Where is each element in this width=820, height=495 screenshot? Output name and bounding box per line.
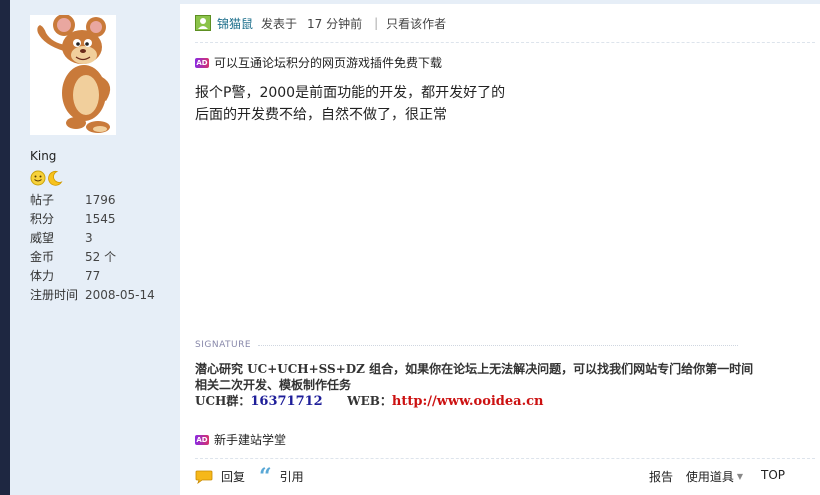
header-divider — [195, 42, 815, 43]
use-tools-menu[interactable]: 使用道具 ▼ — [686, 468, 743, 485]
stat-label: 威望 — [30, 231, 55, 245]
stat-value: 2008-05-14 — [85, 288, 155, 302]
content-line: 报个P警，2000是前面功能的开发，都开发好了的 — [195, 85, 506, 101]
ad-top-text[interactable]: 可以互通论坛积分的网页游戏插件免费下载 — [214, 54, 442, 71]
ad-top-link[interactable]: AD 可以互通论坛积分的网页游戏插件免费下载 — [195, 54, 442, 71]
signature-label: SIGNATURE — [195, 340, 252, 350]
smiley-icon — [30, 170, 46, 186]
ad-badge-icon: AD — [195, 434, 209, 445]
qq-group-number: 16371712 — [250, 394, 323, 409]
stat-prestige: 威望 3 — [30, 230, 155, 249]
post-content: 报个P警，2000是前面功能的开发，都开发好了的 后面的开发费不给，自然不做了，… — [195, 82, 505, 126]
chevron-down-icon: ▼ — [736, 472, 743, 481]
user-badges — [30, 170, 63, 186]
signature-line: 相关二次开发、模板制作任务 — [195, 378, 352, 392]
top-border — [180, 0, 820, 4]
online-status-icon — [195, 15, 211, 31]
stat-label: 帖子 — [30, 193, 55, 207]
only-author-link[interactable]: 只看该作者 — [386, 15, 446, 32]
web-label: WEB： — [347, 394, 392, 408]
stat-points: 积分 1545 — [30, 211, 155, 230]
post-header: 锦猫鼠 发表于 17 分钟前 | 只看该作者 — [195, 13, 446, 33]
back-to-top-link[interactable]: TOP — [761, 468, 785, 482]
use-tools-label[interactable]: 使用道具 — [686, 468, 734, 485]
quote-button[interactable]: “ 引用 — [259, 463, 304, 490]
user-avatar[interactable] — [30, 14, 116, 135]
stat-label: 注册时间 — [30, 288, 79, 302]
signature-text: 潜心研究 UC+UCH+SS+DZ 组合，如果你在论坛上无法解决问题，可以找我们… — [195, 361, 820, 410]
post-time: 17 分钟前 — [307, 16, 363, 31]
post-footer: 回复 “ 引用 报告 使用道具 ▼ TOP — [195, 463, 815, 490]
ad-badge-icon: AD — [195, 57, 209, 68]
stat-register-date: 注册时间 2008-05-14 — [30, 287, 155, 306]
stat-value: 52 个 — [85, 250, 117, 264]
website-link[interactable]: http://www.ooidea.cn — [392, 394, 544, 409]
content-line: 后面的开发费不给，自然不做了，很正常 — [195, 107, 447, 123]
left-edge-bar — [0, 0, 10, 495]
signature-divider — [258, 345, 738, 346]
stat-label: 积分 — [30, 212, 55, 226]
moon-icon — [48, 170, 63, 186]
username[interactable]: King — [30, 149, 56, 163]
qq-label: UCH群： — [195, 394, 251, 408]
jerry-mouse-avatar-icon — [37, 14, 111, 133]
quote-label[interactable]: 引用 — [280, 468, 304, 485]
reply-button[interactable]: 回复 — [195, 468, 245, 485]
signature-line: 潜心研究 UC+UCH+SS+DZ 组合，如果你在论坛上无法解决问题，可以找我们… — [195, 362, 754, 376]
ad-bottom-link[interactable]: AD 新手建站学堂 — [195, 431, 286, 448]
stat-label: 体力 — [30, 269, 55, 283]
reply-label[interactable]: 回复 — [221, 468, 245, 485]
stat-value: 77 — [85, 269, 101, 283]
stat-gold: 金币 52 个 — [30, 249, 155, 268]
user-stats: 帖子 1796 积分 1545 威望 3 金币 52 个 体力 77 注册时间 … — [30, 192, 155, 306]
stat-value: 3 — [85, 231, 93, 245]
report-link[interactable]: 报告 — [649, 468, 673, 485]
signature-contact: UCH群：16371712 WEB：http://www.ooidea.cn — [195, 393, 820, 410]
posted-label: 发表于 — [261, 16, 298, 31]
reply-bubble-icon — [195, 470, 213, 484]
stat-value: 1796 — [85, 193, 116, 207]
stat-stamina: 体力 77 — [30, 268, 155, 287]
stat-value: 1545 — [85, 212, 116, 226]
ad-bottom-text[interactable]: 新手建站学堂 — [214, 431, 286, 448]
quote-mark-icon: “ — [259, 463, 272, 490]
stat-label: 金币 — [30, 250, 55, 264]
stat-posts: 帖子 1796 — [30, 192, 155, 211]
header-separator: | — [374, 16, 379, 30]
author-link[interactable]: 锦猫鼠 — [217, 15, 253, 32]
footer-divider — [195, 458, 815, 459]
